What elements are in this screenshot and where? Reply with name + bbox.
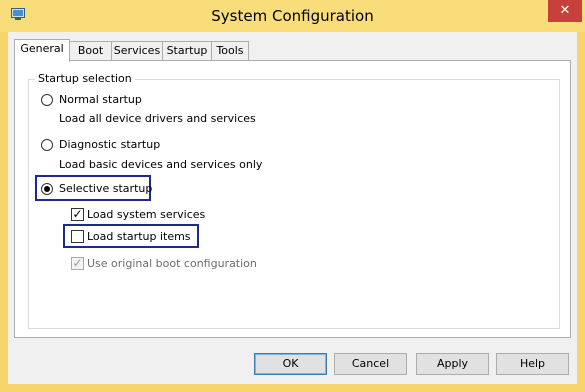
diagnostic-startup-label[interactable]: Diagnostic startup: [59, 138, 160, 151]
close-button[interactable]: ✕: [548, 0, 582, 22]
title-bar[interactable]: System Configuration ✕: [0, 0, 585, 32]
ok-button[interactable]: OK: [254, 353, 327, 375]
help-button[interactable]: Help: [496, 353, 569, 375]
load-system-services-label[interactable]: Load system services: [87, 208, 205, 221]
selective-startup-label[interactable]: Selective startup: [59, 182, 152, 195]
tab-tools[interactable]: Tools: [211, 41, 249, 60]
use-original-boot-checkbox: ✓: [71, 256, 84, 270]
startup-selection-title: Startup selection: [35, 72, 135, 85]
apply-button[interactable]: Apply: [416, 353, 489, 375]
load-system-services-checkbox[interactable]: ✓: [71, 208, 84, 221]
dialog-client-area: General Boot Services Startup Tools Star…: [8, 32, 577, 384]
tab-startup[interactable]: Startup: [162, 41, 212, 60]
diagnostic-startup-radio[interactable]: [41, 139, 53, 151]
load-startup-items-checkbox[interactable]: [71, 230, 84, 243]
diagnostic-startup-description: Load basic devices and services only: [59, 158, 263, 171]
selective-startup-radio[interactable]: [41, 183, 53, 195]
startup-selection-group: Startup selection Normal startup Load al…: [28, 72, 560, 329]
normal-startup-description: Load all device drivers and services: [59, 112, 256, 125]
normal-startup-radio[interactable]: [41, 94, 53, 106]
system-configuration-window: System Configuration ✕ General Boot Serv…: [0, 0, 585, 392]
tab-boot[interactable]: Boot: [69, 41, 112, 60]
normal-startup-label[interactable]: Normal startup: [59, 93, 142, 106]
window-title: System Configuration: [211, 7, 374, 25]
tab-services[interactable]: Services: [111, 41, 163, 60]
general-tab-panel: Startup selection Normal startup Load al…: [14, 60, 571, 338]
cancel-button[interactable]: Cancel: [334, 353, 407, 375]
use-original-boot-label: Use original boot configuration: [87, 257, 257, 270]
tab-general[interactable]: General: [14, 39, 70, 62]
load-startup-items-label[interactable]: Load startup items: [87, 230, 191, 243]
